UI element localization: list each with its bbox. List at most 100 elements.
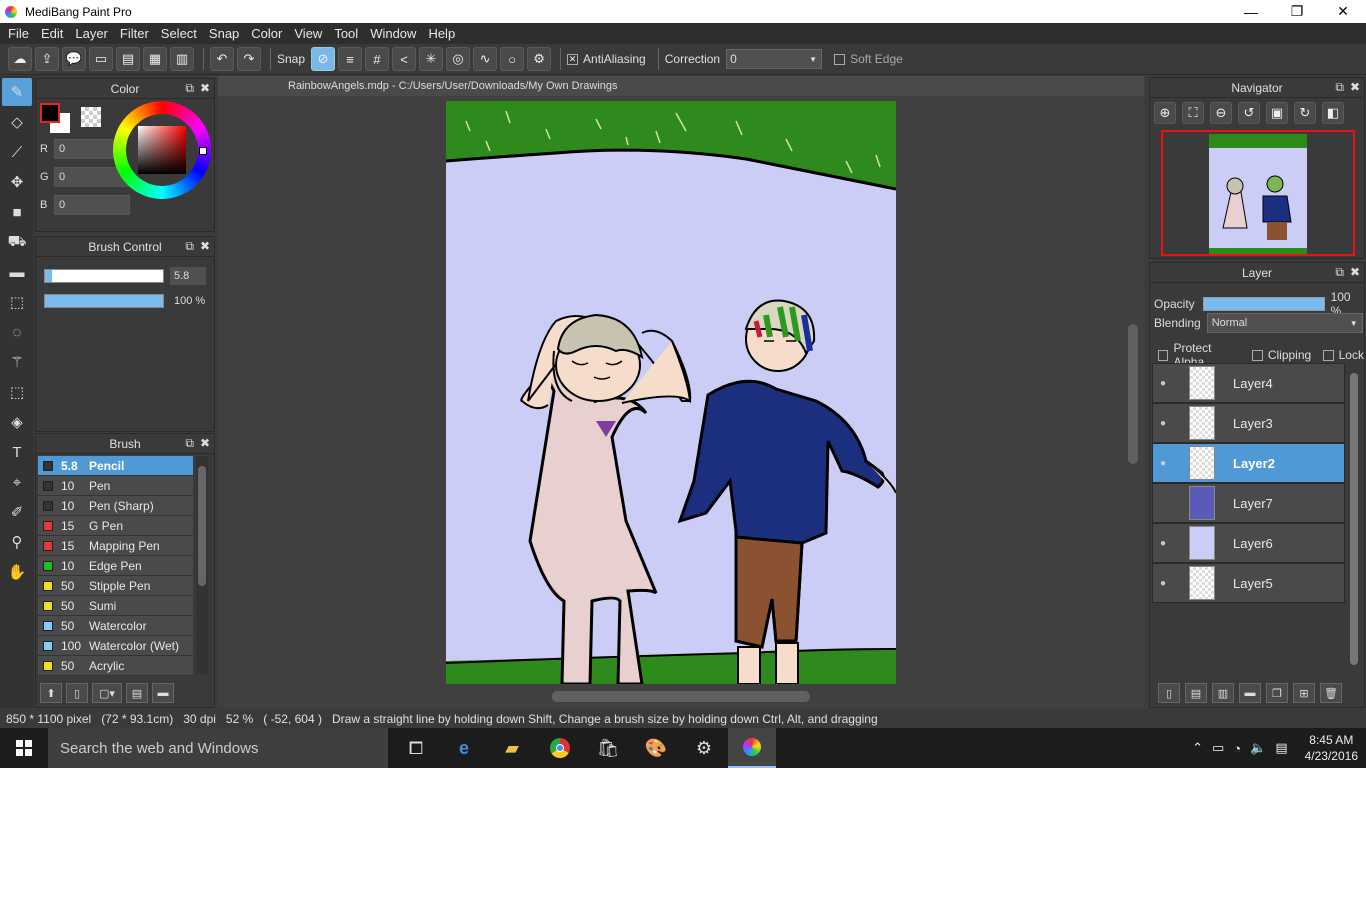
close-icon[interactable]: ✖ (200, 81, 210, 96)
task-view-icon[interactable]: ⧠ (392, 728, 440, 768)
store-icon[interactable]: 🛍 (584, 728, 632, 768)
canvas-horizontal-scrollbar[interactable] (222, 688, 1126, 704)
hand-tool-icon[interactable]: ✋ (2, 558, 32, 586)
edge-browser-icon[interactable]: e (440, 728, 488, 768)
volume-icon[interactable]: 🔈 (1250, 740, 1266, 756)
new-folder-icon[interactable]: ▬ (1239, 683, 1261, 703)
operation-tool-icon[interactable]: ⌖ (2, 468, 32, 496)
clipping-checkbox[interactable] (1252, 349, 1263, 361)
scroll-thumb[interactable] (552, 691, 810, 702)
divide-tool-icon[interactable]: ✐ (2, 498, 32, 526)
menu-layer[interactable]: Layer (69, 26, 114, 41)
correction-select[interactable]: 0 ▼ (726, 49, 823, 69)
select-pen-tool-icon[interactable]: ⬚ (2, 378, 32, 406)
menu-tool[interactable]: Tool (328, 26, 364, 41)
brush-item[interactable]: 50 Acrylic (38, 656, 193, 676)
brush-item[interactable]: 15 Mapping Pen (38, 536, 193, 556)
snap-settings-gear-icon[interactable]: ⚙ (527, 47, 552, 71)
zoom-out-icon[interactable]: ⊖ (1210, 102, 1232, 124)
eraser-tool-icon[interactable]: ◇ (2, 108, 32, 136)
hue-marker[interactable] (199, 147, 207, 155)
brush-opacity-slider[interactable] (44, 294, 164, 308)
speech-bubble-icon[interactable]: ▭ (89, 47, 113, 71)
detach-icon[interactable]: ⧉ (185, 81, 194, 96)
select-eraser-tool-icon[interactable]: ◈ (2, 408, 32, 436)
layer-visibility-icon[interactable]: ● (1153, 418, 1173, 429)
brush-item[interactable]: 10 Pen (Sharp) (38, 496, 193, 516)
duplicate-layer-icon[interactable]: ❐ (1266, 683, 1288, 703)
delete-layer-icon[interactable]: 🗑 (1320, 683, 1342, 703)
brush-size-slider[interactable] (44, 269, 164, 283)
layer-opacity-slider[interactable] (1202, 297, 1325, 311)
lock-checkbox[interactable] (1323, 349, 1334, 361)
canvas-vertical-scrollbar[interactable] (1126, 98, 1140, 688)
snap-curve-icon[interactable]: ∿ (473, 47, 498, 71)
zoom-in-icon[interactable]: ⊕ (1154, 102, 1176, 124)
brush-list-scrollbar[interactable] (196, 456, 208, 674)
transparent-color-swatch[interactable] (81, 107, 101, 127)
scroll-thumb[interactable] (1128, 324, 1138, 464)
brush-item[interactable]: 10 Pen (38, 476, 193, 496)
snap-circle-icon[interactable]: ○ (500, 47, 525, 71)
comment-icon[interactable]: 💬 (62, 47, 86, 71)
detach-icon[interactable]: ⧉ (1335, 265, 1344, 280)
lasso-tool-icon[interactable]: ◌ (2, 318, 32, 346)
detach-icon[interactable]: ⧉ (185, 436, 194, 451)
magic-wand-tool-icon[interactable]: ⚚ (2, 348, 32, 376)
brush-item[interactable]: 10 Edge Pen (38, 556, 193, 576)
layer-row[interactable]: ● Layer2 (1152, 443, 1345, 483)
select-tool-icon[interactable]: ⬚ (2, 288, 32, 316)
layer-visibility-icon[interactable]: ● (1153, 458, 1173, 469)
brush-size-value[interactable]: 5.8 (170, 267, 206, 285)
paint-palette-icon[interactable]: 🎨 (632, 728, 680, 768)
menu-file[interactable]: File (2, 26, 35, 41)
move-tool-icon[interactable]: ✥ (2, 168, 32, 196)
hue-wheel[interactable] (113, 101, 211, 199)
minimize-button[interactable]: — (1228, 0, 1274, 23)
new-halftone-layer-icon[interactable]: ▤ (1185, 683, 1207, 703)
detach-icon[interactable]: ⧉ (185, 239, 194, 254)
notifications-icon[interactable]: ▤ (1275, 740, 1287, 756)
panel-layout-icon[interactable]: ▦ (143, 47, 167, 71)
detach-icon[interactable]: ⧉ (1335, 80, 1344, 95)
redo-icon[interactable]: ↷ (237, 47, 261, 71)
menu-snap[interactable]: Snap (203, 26, 245, 41)
wifi-icon[interactable]: ◔ (1233, 741, 1241, 756)
soft-edge-checkbox[interactable] (834, 53, 846, 65)
close-icon[interactable]: ✖ (200, 436, 210, 451)
snap-parallel-icon[interactable]: ≡ (338, 47, 363, 71)
battery-icon[interactable]: ▭ (1212, 740, 1224, 756)
new-brush-icon[interactable]: ▯ (66, 683, 88, 703)
chevron-up-icon[interactable]: ⌃ (1192, 740, 1203, 756)
brush-item[interactable]: 100 Watercolor (Wet) (38, 636, 193, 656)
saturation-value-square[interactable] (138, 126, 186, 174)
text-tool-icon[interactable]: T (2, 438, 32, 466)
menu-help[interactable]: Help (422, 26, 461, 41)
shape-fill-tool-icon[interactable]: ■ (2, 198, 32, 226)
layer-visibility-icon[interactable]: ● (1153, 378, 1173, 389)
brush-item[interactable]: 50 Sumi (38, 596, 193, 616)
blending-select[interactable]: Normal ▼ (1206, 313, 1363, 333)
layer-list-scrollbar[interactable] (1348, 363, 1360, 675)
snap-perspective-icon[interactable]: < (392, 47, 417, 71)
layer-row[interactable]: ● Layer3 (1152, 403, 1345, 443)
foreground-color-swatch[interactable] (40, 103, 60, 123)
snap-off-icon[interactable]: ⊘ (311, 47, 336, 71)
document-tab[interactable]: RainbowAngels.mdp - C:/Users/User/Downlo… (218, 76, 1144, 96)
menu-color[interactable]: Color (245, 26, 288, 41)
chrome-icon[interactable] (536, 728, 584, 768)
brush-item[interactable]: 5.8 Pencil (38, 456, 193, 476)
snap-grid-icon[interactable]: # (365, 47, 390, 71)
brush-tool-icon[interactable]: ✎ (2, 78, 32, 106)
cloud-icon[interactable]: ☁ (8, 47, 32, 71)
menu-filter[interactable]: Filter (114, 26, 155, 41)
brush-item[interactable]: 15 G Pen (38, 516, 193, 536)
rotate-right-icon[interactable]: ↻ (1294, 102, 1316, 124)
dot-brush-tool-icon[interactable]: ⟋ (2, 138, 32, 166)
scroll-thumb[interactable] (198, 466, 206, 586)
flip-horizontal-icon[interactable]: ◧ (1322, 102, 1344, 124)
snap-radial-icon[interactable]: ✳ (419, 47, 444, 71)
drawing-canvas[interactable] (446, 101, 896, 684)
menu-edit[interactable]: Edit (35, 26, 69, 41)
close-icon[interactable]: ✖ (1350, 265, 1360, 280)
